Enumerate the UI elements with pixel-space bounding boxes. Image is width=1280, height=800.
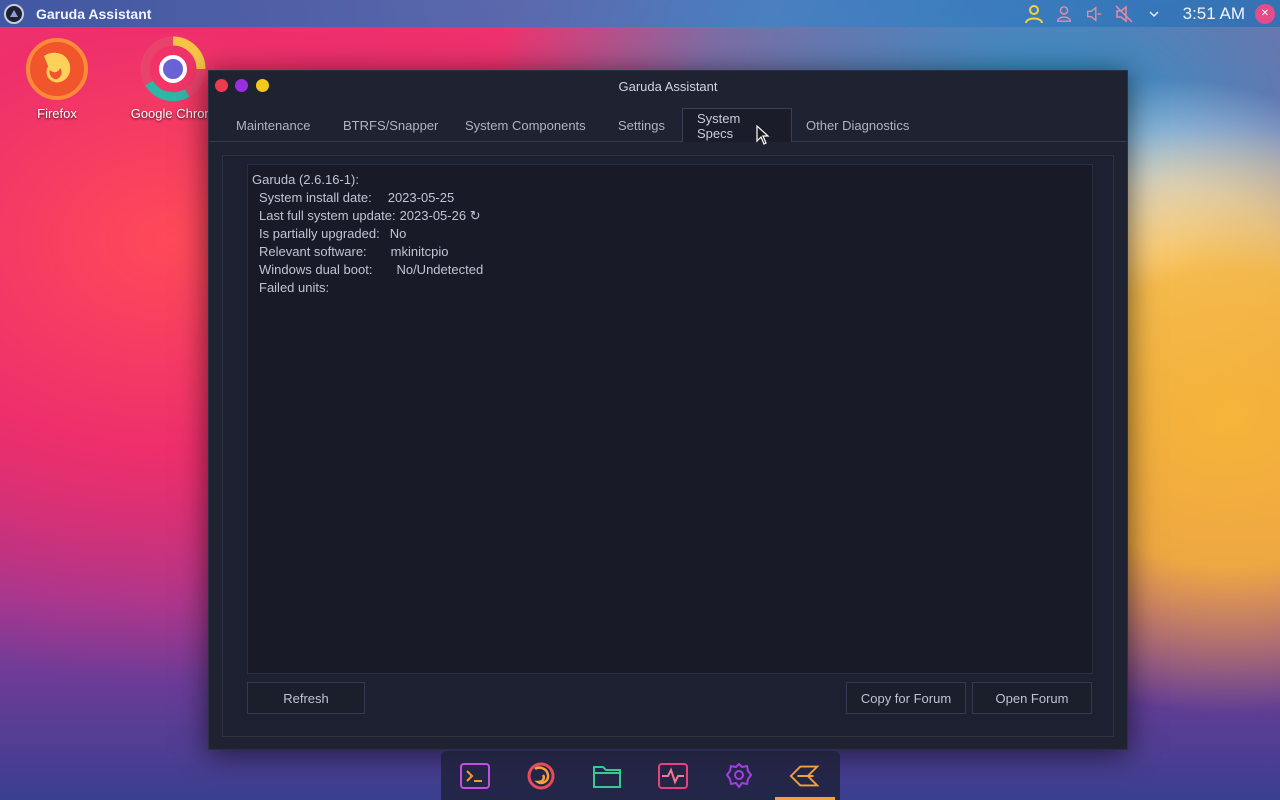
garuda-assistant-window: Garuda Assistant Maintenance BTRFS/Snapp… [208, 70, 1128, 750]
system-tray: 3:51 AM ✕ [1019, 0, 1280, 27]
partial-upgrade-label: Is partially upgraded: [259, 226, 380, 241]
install-date-label: System install date: [259, 190, 372, 205]
relevant-software-label: Relevant software: [259, 244, 367, 259]
firefox-icon [26, 38, 88, 100]
specs-header: Garuda (2.6.16-1): [252, 172, 359, 187]
garuda-icon[interactable] [789, 760, 821, 792]
tab-system-specs[interactable]: System Specs [682, 108, 792, 142]
dock [441, 751, 840, 800]
desktop-icon-label: Firefox [37, 106, 77, 121]
partial-upgrade-value: No [389, 226, 407, 241]
dual-boot-label: Windows dual boot: [259, 262, 373, 277]
specs-last-update: Last full system update: 2023-05-26 ↻ [252, 207, 1092, 225]
speaker-muted-icon[interactable] [1109, 0, 1139, 27]
specs-install-date: System install date: 2023-05-25 [252, 189, 1092, 207]
volume-mute-icon[interactable] [1079, 0, 1109, 27]
relevant-software-value: mkinitcpio [390, 244, 449, 259]
files-icon[interactable] [591, 760, 623, 792]
window-title: Garuda Assistant [618, 78, 718, 94]
tab-settings[interactable]: Settings [604, 108, 679, 142]
open-forum-button[interactable]: Open Forum [972, 682, 1092, 714]
specs-relevant-software: Relevant software: mkinitcpio [252, 243, 1092, 261]
last-update-value: 2023-05-26 ↻ [399, 208, 481, 223]
dual-boot-value: No/Undetected [396, 262, 484, 277]
person-icon[interactable] [1049, 0, 1079, 27]
mouse-cursor-icon [756, 125, 770, 145]
tab-system-components[interactable]: System Components [451, 108, 600, 142]
tab-bar: Maintenance BTRFS/Snapper System Compone… [209, 101, 1127, 142]
tab-maintenance[interactable]: Maintenance [222, 108, 324, 142]
refresh-button[interactable]: Refresh [247, 682, 365, 714]
desktop-icon-firefox[interactable]: Firefox [2, 36, 112, 121]
system-specs-panel: Garuda (2.6.16-1): System install date: 2… [222, 155, 1114, 737]
system-monitor-icon[interactable] [657, 760, 689, 792]
window-titlebar[interactable]: Garuda Assistant [209, 71, 1127, 101]
desktop-icon-label: Google Chrom [130, 106, 216, 121]
chrome-icon [140, 36, 206, 102]
user-avatar[interactable]: ✕ [1255, 3, 1275, 24]
specs-dual-boot: Windows dual boot: No/Undetected [252, 261, 1092, 279]
chevron-down-icon[interactable] [1139, 0, 1169, 27]
clock[interactable]: 3:51 AM [1183, 4, 1245, 24]
user-icon[interactable] [1019, 0, 1049, 27]
firefox-icon[interactable] [525, 760, 557, 792]
settings-icon[interactable] [723, 760, 755, 792]
tab-btrfs-snapper[interactable]: BTRFS/Snapper [329, 108, 452, 142]
app-launcher-icon[interactable] [4, 3, 24, 24]
active-app-title: Garuda Assistant [36, 5, 152, 22]
top-panel: Garuda Assistant 3:51 AM ✕ [0, 0, 1280, 27]
copy-for-forum-button[interactable]: Copy for Forum [846, 682, 966, 714]
install-date-value: 2023-05-25 [387, 190, 455, 205]
terminal-icon[interactable] [459, 760, 491, 792]
specs-partial-upgrade: Is partially upgraded: No [252, 225, 1092, 243]
specs-failed-units: Failed units: [259, 280, 330, 295]
tab-other-diagnostics[interactable]: Other Diagnostics [792, 108, 923, 142]
system-specs-text[interactable]: Garuda (2.6.16-1): System install date: 2… [247, 164, 1093, 674]
last-update-label: Last full system update: [259, 208, 396, 223]
